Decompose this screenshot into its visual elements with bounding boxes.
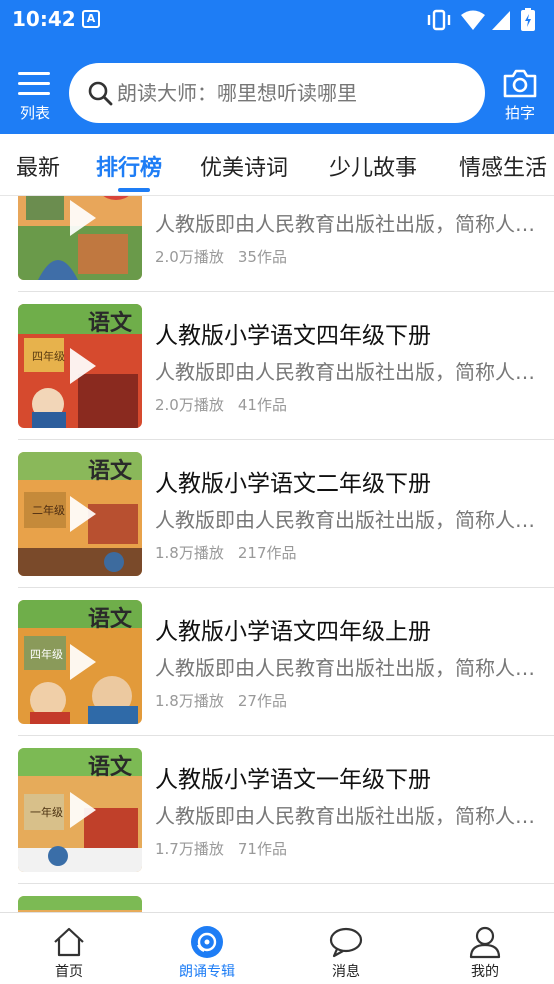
album-meta: 1.7万播放 71作品	[155, 838, 287, 859]
app-notification-icon: A	[82, 10, 100, 28]
camera-label: 拍字	[504, 104, 535, 122]
svg-text:语文: 语文	[88, 458, 133, 484]
nav-albums-label: 朗诵专辑	[179, 964, 235, 980]
album-cover: 二年级 语文	[18, 452, 142, 576]
menu-button[interactable]: 列表	[14, 68, 56, 124]
album-description: 人教版即由人民教育出版社出版，简称人教版	[155, 508, 537, 532]
tab-latest[interactable]: 最新	[16, 150, 60, 182]
play-icon	[70, 348, 96, 384]
album-description: 人教版即由人民教育出版社出版，简称人教版	[155, 656, 537, 680]
search-input[interactable]	[117, 75, 467, 111]
status-bar: 10:42 A	[0, 0, 554, 40]
album-title: 人教版小学语文一年级下册	[155, 767, 431, 793]
work-count: 35作品	[237, 248, 287, 266]
nav-home-label: 首页	[55, 964, 83, 980]
album-cover	[18, 896, 142, 912]
work-count: 27作品	[237, 692, 287, 710]
album-item[interactable]	[0, 884, 554, 912]
svg-text:二年级: 二年级	[32, 503, 65, 517]
album-meta: 1.8万播放 217作品	[155, 542, 297, 563]
play-count: 1.8万播放	[155, 692, 224, 710]
nav-messages[interactable]: 消息	[277, 913, 415, 984]
tab-emotional-life[interactable]: 情感生活	[459, 150, 547, 182]
album-title: 人教版小学语文四年级下册	[155, 323, 431, 349]
album-title: 人教版小学语文二年级下册	[155, 471, 431, 497]
album-meta: 2.0万播放 35作品	[155, 246, 287, 267]
album-cover: 四年级 语文	[18, 304, 142, 428]
status-time: 10:42	[12, 7, 76, 31]
album-list: 人教版即由人民教育出版社出版，简称人教版 2.0万播放 35作品 四年级 语文 人教…	[0, 196, 554, 912]
category-tabs: 最新 排行榜 优美诗词 少儿故事 情感生活	[0, 134, 554, 196]
album-meta: 2.0万播放 41作品	[155, 394, 287, 415]
nav-messages-label: 消息	[332, 964, 360, 980]
search-bar[interactable]	[69, 63, 485, 123]
work-count: 217作品	[237, 544, 297, 562]
svg-text:一年级: 一年级	[30, 805, 63, 819]
play-count: 2.0万播放	[155, 396, 224, 414]
search-icon	[88, 81, 113, 106]
album-item[interactable]: 四年级 语文 人教版小学语文四年级上册 人教版即由人民教育出版社出版，简称人教版 …	[0, 588, 554, 736]
nav-me[interactable]: 我的	[416, 913, 554, 984]
album-description: 人教版即由人民教育出版社出版，简称人教版	[155, 212, 537, 236]
album-item[interactable]: 人教版即由人民教育出版社出版，简称人教版 2.0万播放 35作品	[0, 196, 554, 292]
tab-children-stories[interactable]: 少儿故事	[329, 150, 417, 182]
nav-home[interactable]: 首页	[0, 913, 138, 984]
nav-albums[interactable]: 朗诵专辑	[138, 913, 276, 984]
play-icon	[70, 496, 96, 532]
svg-text:语文: 语文	[88, 754, 133, 780]
svg-text:语文: 语文	[88, 606, 133, 632]
menu-icon	[18, 72, 50, 102]
play-count: 1.7万播放	[155, 840, 224, 858]
album-item[interactable]: 二年级 语文 人教版小学语文二年级下册 人教版即由人民教育出版社出版，简称人教版 …	[0, 440, 554, 588]
album-cover: 四年级 语文	[18, 600, 142, 724]
album-cover	[18, 196, 142, 280]
message-bubble-icon	[329, 927, 363, 958]
camera-icon	[503, 69, 537, 98]
svg-text:四年级: 四年级	[32, 349, 65, 363]
user-icon	[469, 926, 501, 959]
home-icon	[54, 927, 84, 957]
play-icon	[70, 200, 96, 236]
active-tab-indicator	[118, 188, 150, 192]
svg-text:语文: 语文	[88, 310, 133, 336]
album-cover: 一年级 语文	[18, 748, 142, 872]
album-description: 人教版即由人民教育出版社出版，简称人教版	[155, 804, 537, 828]
bottom-navigation: 首页 朗诵专辑 消息 我的	[0, 912, 554, 984]
play-icon	[70, 792, 96, 828]
work-count: 41作品	[237, 396, 287, 414]
nav-me-label: 我的	[471, 964, 499, 980]
tab-ranking[interactable]: 排行榜	[96, 150, 162, 182]
album-description: 人教版即由人民教育出版社出版，简称人教版	[155, 360, 537, 384]
menu-label: 列表	[19, 104, 50, 122]
app-header: 列表 拍字	[0, 40, 554, 134]
vibrate-icon	[426, 6, 452, 38]
battery-icon	[520, 6, 536, 38]
wifi-icon	[460, 6, 486, 38]
camera-button[interactable]: 拍字	[498, 66, 542, 126]
album-item[interactable]: 一年级 语文 人教版小学语文一年级下册 人教版即由人民教育出版社出版，简称人教版 …	[0, 736, 554, 884]
play-icon	[70, 644, 96, 680]
album-meta: 1.8万播放 27作品	[155, 690, 287, 711]
svg-text:四年级: 四年级	[30, 647, 63, 661]
album-item[interactable]: 四年级 语文 人教版小学语文四年级下册 人教版即由人民教育出版社出版，简称人教版 …	[0, 292, 554, 440]
album-title: 人教版小学语文四年级上册	[155, 619, 431, 645]
work-count: 71作品	[237, 840, 287, 858]
play-count: 1.8万播放	[155, 544, 224, 562]
tab-poetry[interactable]: 优美诗词	[200, 150, 288, 182]
album-disc-icon	[191, 926, 223, 958]
play-count: 2.0万播放	[155, 248, 224, 266]
status-icons	[426, 6, 544, 34]
signal-icon	[490, 6, 512, 38]
